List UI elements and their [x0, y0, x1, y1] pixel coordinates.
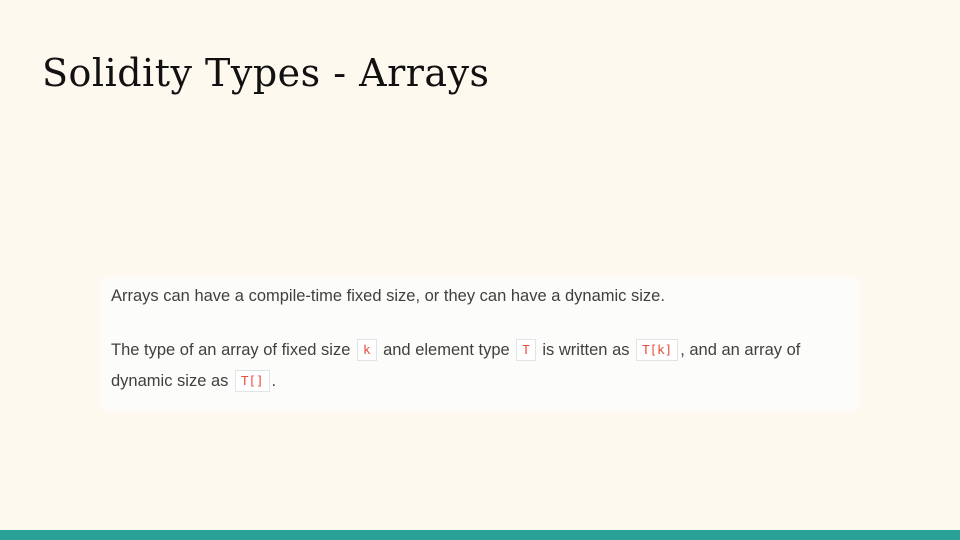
- slide-title: Solidity Types - Arrays: [42, 51, 490, 95]
- text-segment: and element type: [378, 341, 515, 359]
- inline-code-k: k: [356, 339, 377, 361]
- text-segment: is written as: [537, 341, 635, 359]
- bottom-accent-bar: [0, 530, 960, 540]
- text-segment: The type of an array of fixed size: [111, 341, 355, 359]
- paragraph-arrays-intro: Arrays can have a compile-time fixed siz…: [111, 287, 665, 305]
- paragraph-array-types: The type of an array of fixed size k and…: [111, 339, 800, 361]
- paragraph-dynamic-array: dynamic size as T[].: [111, 370, 276, 392]
- inline-code-t: T: [516, 339, 536, 361]
- text-segment: .: [271, 372, 277, 390]
- inline-code-dynamic-array: T[]: [234, 370, 270, 392]
- documentation-excerpt: Arrays can have a compile-time fixed siz…: [103, 279, 857, 410]
- inline-code-fixed-array: T[k]: [636, 339, 679, 361]
- text-segment: dynamic size as: [111, 372, 233, 390]
- text-segment: , and an array of: [680, 341, 801, 359]
